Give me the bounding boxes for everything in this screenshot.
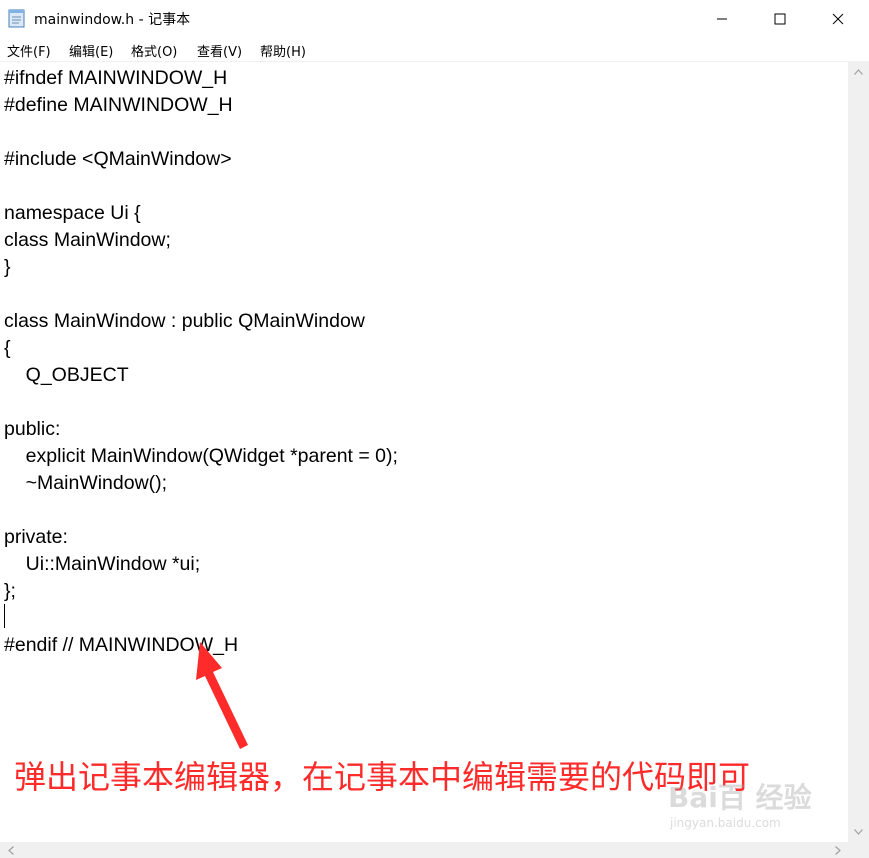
menu-edit[interactable]: 编辑(E) <box>69 41 113 60</box>
maximize-icon <box>774 13 786 24</box>
watermark-logo: Bai百 经验 <box>668 781 812 814</box>
menu-file[interactable]: 文件(F) <box>7 41 51 60</box>
chevron-up-icon <box>854 68 863 75</box>
watermark-url: jingyan.baidu.com <box>670 816 781 830</box>
title-bar[interactable]: mainwindow.h - 记事本 <box>0 0 869 37</box>
baidu-watermark: Bai百 经验 jingyan.baidu.com <box>668 776 828 840</box>
text-editor[interactable]: #ifndef MAINWINDOW_H #define MAINWINDOW_… <box>0 61 848 843</box>
minimize-icon <box>717 18 727 19</box>
chevron-left-icon <box>7 845 14 855</box>
menu-help[interactable]: 帮助(H) <box>260 41 306 60</box>
minimize-button[interactable] <box>693 0 751 37</box>
notepad-window: mainwindow.h - 记事本 文件(F) 编辑(E) 格式(O) 查看(… <box>0 0 869 858</box>
chevron-down-icon <box>854 828 863 835</box>
menu-bar: 文件(F) 编辑(E) 格式(O) 查看(V) 帮助(H) <box>0 37 869 61</box>
text-caret <box>4 604 5 628</box>
scroll-up-button[interactable] <box>848 63 869 80</box>
vertical-scrollbar[interactable] <box>848 61 869 842</box>
close-icon <box>832 13 844 24</box>
scroll-right-button[interactable] <box>829 842 846 858</box>
menu-view[interactable]: 查看(V) <box>197 41 242 60</box>
editor-content[interactable]: #ifndef MAINWINDOW_H #define MAINWINDOW_… <box>4 65 398 659</box>
maximize-button[interactable] <box>751 0 809 37</box>
menu-format[interactable]: 格式(O) <box>131 41 177 60</box>
scrollbar-corner <box>848 842 869 858</box>
annotation-text: 弹出记事本编辑器，在记事本中编辑需要的代码即可 <box>14 758 751 796</box>
window-title: mainwindow.h - 记事本 <box>34 12 191 28</box>
notepad-icon <box>8 8 26 28</box>
close-button[interactable] <box>809 0 867 37</box>
scroll-down-button[interactable] <box>848 823 869 840</box>
scroll-left-button[interactable] <box>2 842 19 858</box>
horizontal-scrollbar[interactable] <box>0 842 848 858</box>
chevron-right-icon <box>834 845 841 855</box>
